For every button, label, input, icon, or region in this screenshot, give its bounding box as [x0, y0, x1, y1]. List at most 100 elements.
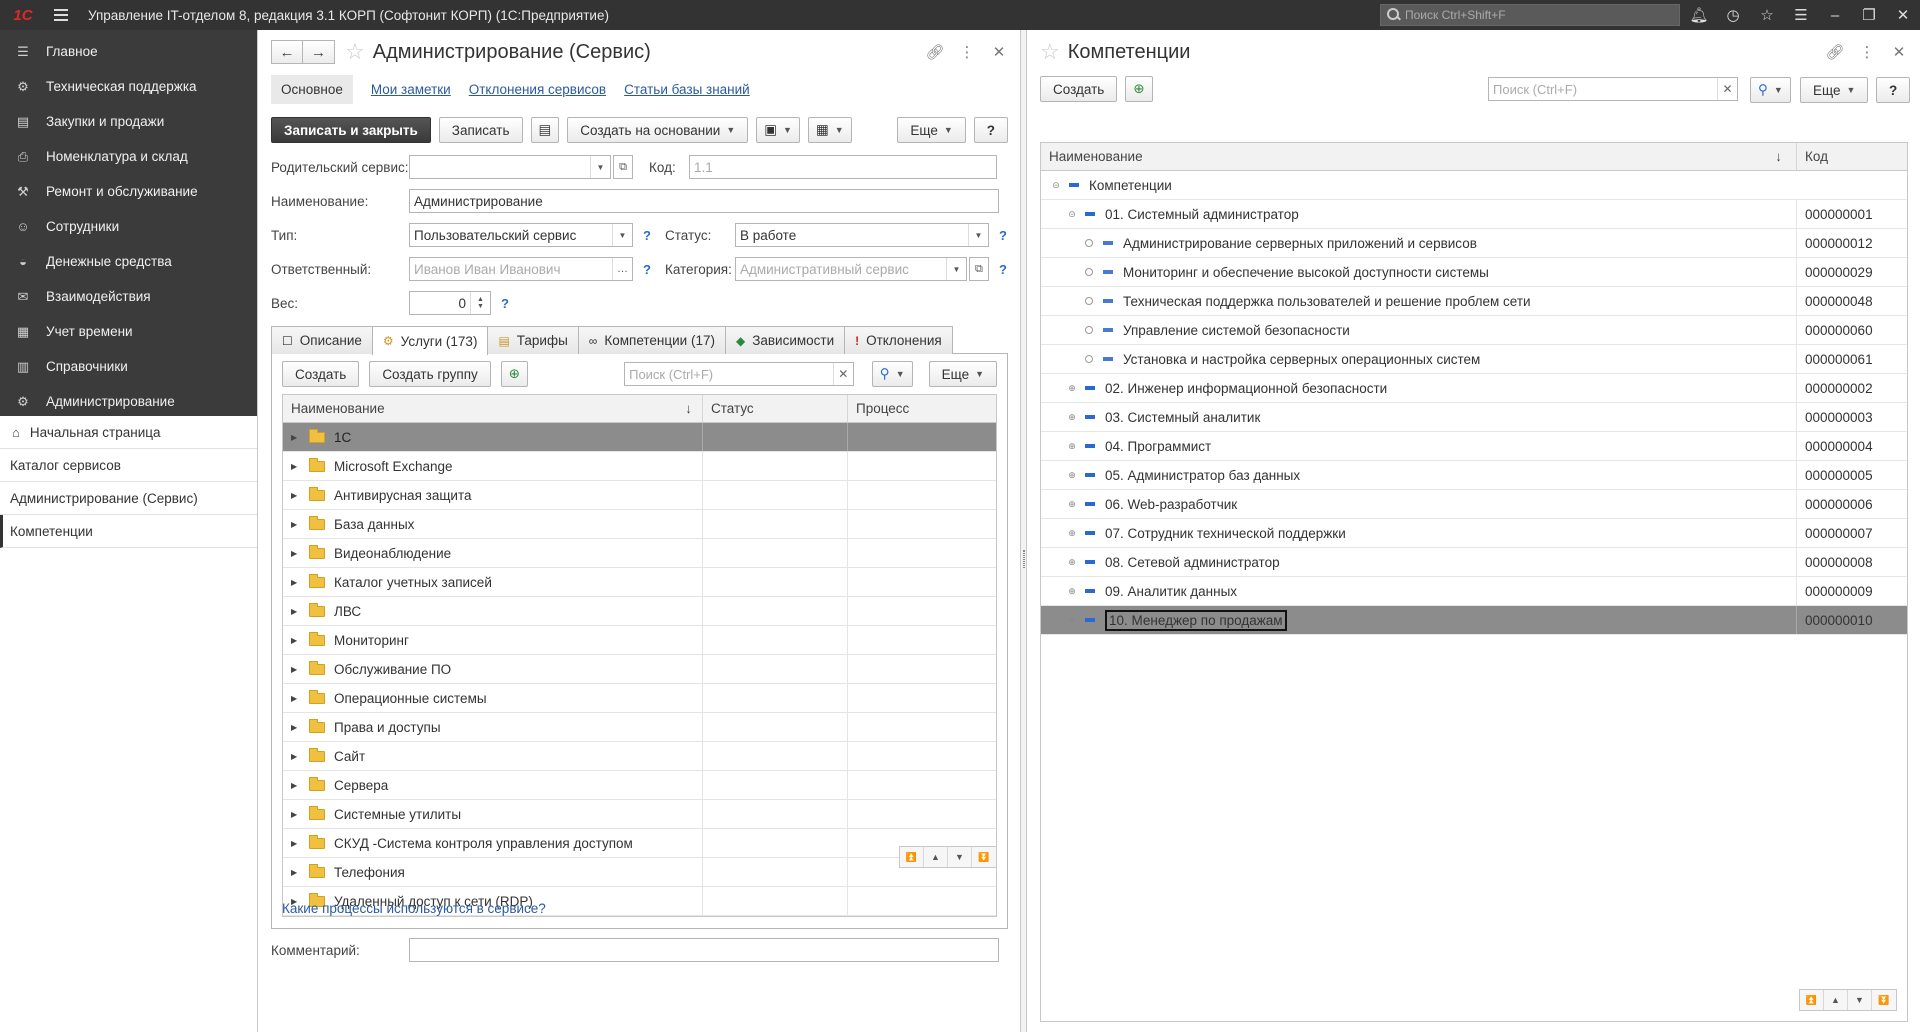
notifications-icon[interactable]: 🔔︎	[1682, 0, 1716, 30]
link-icon[interactable]: 🔗︎	[922, 40, 948, 64]
open-window-catalog[interactable]: Каталог сервисов	[0, 449, 257, 482]
save-close-button[interactable]: Записать и закрыть	[271, 117, 431, 143]
copy-add-icon[interactable]: ⊕	[500, 361, 529, 387]
sidebar-item-purchases[interactable]: ▤ Закупки и продажи	[0, 104, 257, 139]
table-row[interactable]: ▶ Microsoft Exchange	[283, 452, 996, 481]
status-select[interactable]: В работе ▼	[734, 223, 989, 247]
tab-competencies[interactable]: ∞ Компетенции (17)	[577, 326, 726, 354]
settings-menu-icon[interactable]: ☰	[1784, 0, 1818, 30]
expand-icon[interactable]: ⊕	[1067, 383, 1077, 393]
table-row[interactable]: ▶ Обслуживание ПО	[283, 655, 996, 684]
tree-row[interactable]: ⊕ 03. Системный аналитик 000000003	[1041, 403, 1907, 432]
minimize-icon[interactable]: –	[1818, 0, 1852, 30]
open-category-icon[interactable]: ⧉	[968, 257, 989, 281]
open-parent-icon[interactable]: ⧉	[613, 155, 633, 179]
expand-arrow-icon[interactable]: ▶	[291, 549, 301, 558]
tree-row[interactable]: ⊕ 08. Сетевой администратор 000000008	[1041, 548, 1907, 577]
forward-button[interactable]: →	[303, 40, 335, 64]
favorite-star-icon[interactable]: ☆	[1040, 39, 1060, 65]
category-select[interactable]: Административный сервис ▼	[734, 257, 967, 281]
category-help-icon[interactable]: ?	[999, 262, 1007, 277]
table-row[interactable]: ▶ Антивирусная защита	[283, 481, 996, 510]
table-row[interactable]: ▶ База данных	[283, 510, 996, 539]
global-search-input[interactable]: Поиск Ctrl+Shift+F	[1380, 4, 1680, 26]
prev-page-icon[interactable]: ▲	[924, 847, 948, 867]
help-button[interactable]: ?	[973, 117, 1008, 143]
table-row[interactable]: ▶ Сайт	[283, 742, 996, 771]
next-page-icon[interactable]: ▼	[1848, 990, 1872, 1010]
app-logo[interactable]: 1С	[0, 0, 46, 30]
expand-icon[interactable]: ⊕	[1067, 441, 1077, 451]
close-form-icon[interactable]: ✕	[986, 40, 1012, 64]
column-process-header[interactable]: Процесс	[848, 395, 996, 422]
type-select[interactable]: Пользовательский сервис ▼	[409, 223, 633, 247]
weight-input[interactable]: 0 ▲ ▼	[409, 291, 491, 315]
search-menu-icon[interactable]: ⚲ ▼	[1750, 77, 1791, 103]
help-button[interactable]: ?	[1876, 77, 1911, 103]
sidebar-item-money[interactable]: ◒ Денежные средства	[0, 244, 257, 279]
clear-search-icon[interactable]: ✕	[832, 363, 853, 385]
expand-icon[interactable]: ⊕	[1067, 586, 1077, 596]
expand-arrow-icon[interactable]: ▶	[291, 839, 301, 848]
column-status-header[interactable]: Статус	[703, 395, 848, 422]
print-menu-icon[interactable]: ▣ ▼	[756, 117, 800, 143]
expand-icon[interactable]: ⊕	[1067, 615, 1077, 625]
last-page-icon[interactable]: ⏬	[1872, 990, 1896, 1010]
expand-arrow-icon[interactable]: ▶	[291, 781, 301, 790]
history-icon[interactable]: ◷	[1716, 0, 1750, 30]
select-ellipsis-icon[interactable]: …	[612, 258, 632, 280]
table-row[interactable]: ▶ Операционные системы	[283, 684, 996, 713]
restore-icon[interactable]: ❐	[1852, 0, 1886, 30]
table-row[interactable]: ▶ Системные утилиты	[283, 800, 996, 829]
expand-icon[interactable]: ⊕	[1067, 412, 1077, 422]
expand-arrow-icon[interactable]: ▶	[291, 868, 301, 877]
tree-row[interactable]: Управление системой безопасности 00000006…	[1041, 316, 1907, 345]
tree-row[interactable]: ⊕ 06. Web-разработчик 000000006	[1041, 490, 1907, 519]
sidebar-item-interactions[interactable]: ✉ Взаимодействия	[0, 279, 257, 314]
tree-row[interactable]: ⊕ 05. Администратор баз данных 000000005	[1041, 461, 1907, 490]
parent-service-input[interactable]: ▼	[409, 155, 611, 179]
copy-add-icon[interactable]: ⊕	[1125, 76, 1153, 102]
tree-row[interactable]: Установка и настройка серверных операцио…	[1041, 345, 1907, 374]
create-based-button[interactable]: Создать на основании ▼	[567, 117, 749, 143]
table-row[interactable]: ▶ Телефония	[283, 858, 996, 887]
tab-tariffs[interactable]: ▤ Тарифы	[487, 326, 579, 354]
code-input[interactable]: 1.1	[689, 155, 997, 179]
weight-help-icon[interactable]: ?	[501, 296, 509, 311]
favorites-icon[interactable]: ☆	[1750, 0, 1784, 30]
expand-arrow-icon[interactable]: ▶	[291, 578, 301, 587]
tree-row[interactable]: Администрирование серверных приложений и…	[1041, 229, 1907, 258]
tree-row[interactable]: Мониторинг и обеспечение высокой доступн…	[1041, 258, 1907, 287]
tree-row[interactable]: ⊝ 01. Системный администратор 000000001	[1041, 200, 1907, 229]
collapse-icon[interactable]: ⊝	[1067, 209, 1077, 219]
reports-menu-icon[interactable]: ▦ ▼	[807, 117, 852, 143]
chevron-down-icon[interactable]: ▼	[945, 258, 966, 280]
competencies-more-button[interactable]: Еще ▼	[1800, 77, 1869, 103]
expand-arrow-icon[interactable]: ▶	[291, 723, 301, 732]
close-icon[interactable]: ✕	[1886, 0, 1920, 30]
tab-dependencies[interactable]: ◆ Зависимости	[724, 326, 846, 354]
expand-arrow-icon[interactable]: ▶	[291, 491, 301, 500]
open-window-admin-service[interactable]: Администрирование (Сервис)	[0, 482, 257, 515]
sidebar-item-employees[interactable]: ☺ Сотрудники	[0, 209, 257, 244]
table-row[interactable]: ▶ Каталог учетных записей	[283, 568, 996, 597]
link-service-deviations[interactable]: Отклонения сервисов	[469, 82, 606, 97]
expand-arrow-icon[interactable]: ▶	[291, 694, 301, 703]
link-knowledge-base[interactable]: Статьи базы знаний	[624, 82, 750, 97]
tree-row[interactable]: ⊕ 09. Аналитик данных 000000009	[1041, 577, 1907, 606]
responsible-help-icon[interactable]: ?	[643, 262, 651, 277]
link-my-notes[interactable]: Мои заметки	[371, 82, 451, 97]
expand-arrow-icon[interactable]: ▶	[291, 636, 301, 645]
sidebar-item-admin[interactable]: ⚙ Администрирование	[0, 384, 257, 419]
name-input[interactable]: Администрирование	[409, 189, 999, 213]
expand-arrow-icon[interactable]: ▶	[291, 810, 301, 819]
table-row[interactable]: ▶ 1С	[283, 423, 996, 452]
tree-row[interactable]: Техническая поддержка пользователей и ре…	[1041, 287, 1907, 316]
open-window-home[interactable]: ⌂ Начальная страница	[0, 416, 257, 449]
create-group-button[interactable]: Создать группу	[369, 361, 491, 387]
tree-row[interactable]: ⊕ 02. Инженер информационной безопасности…	[1041, 374, 1907, 403]
expand-icon[interactable]: ⊕	[1067, 499, 1077, 509]
table-row[interactable]: ▶ Права и доступы	[283, 713, 996, 742]
table-row[interactable]: ▶ СКУД -Система контроля управления досту…	[283, 829, 996, 858]
more-vertical-icon[interactable]: ⋮	[1854, 40, 1880, 64]
